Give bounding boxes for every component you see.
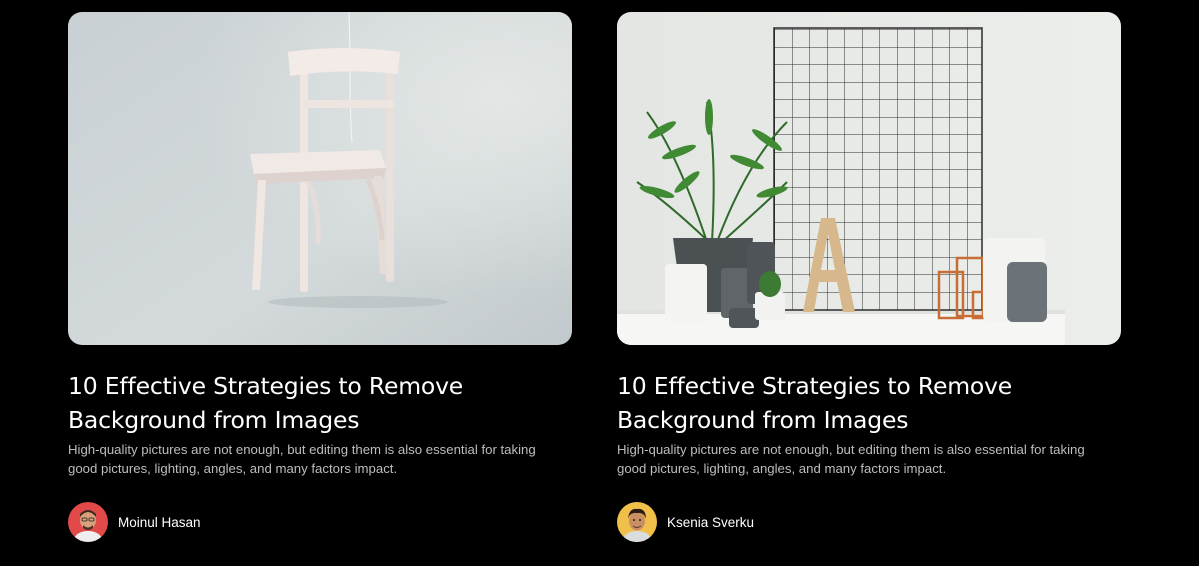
avatar <box>68 502 108 542</box>
author-name[interactable]: Ksenia Sverku <box>667 515 754 530</box>
author-name[interactable]: Moinul Hasan <box>118 515 201 530</box>
author-avatar-image <box>617 502 657 542</box>
post-title[interactable]: 10 Effective Strategies to Remove Backgr… <box>617 369 1037 437</box>
post-excerpt: High-quality pictures are not enough, bu… <box>68 442 536 476</box>
post-author[interactable]: Ksenia Sverku <box>617 502 1121 542</box>
white-chair-image <box>68 12 572 345</box>
plant-grid-letter-image <box>617 12 1121 345</box>
post-title[interactable]: 10 Effective Strategies to Remove Backgr… <box>68 369 488 437</box>
author-avatar-image <box>68 502 108 542</box>
blog-post-card[interactable]: 10 Effective Strategies to Remove Backgr… <box>68 12 572 542</box>
post-thumbnail[interactable] <box>68 12 572 345</box>
blog-post-grid: 10 Effective Strategies to Remove Backgr… <box>0 0 1199 566</box>
post-thumbnail[interactable] <box>617 12 1121 345</box>
post-excerpt: High-quality pictures are not enough, bu… <box>617 442 1085 476</box>
post-author[interactable]: Moinul Hasan <box>68 502 572 542</box>
blog-post-card[interactable]: 10 Effective Strategies to Remove Backgr… <box>617 12 1121 542</box>
avatar <box>617 502 657 542</box>
